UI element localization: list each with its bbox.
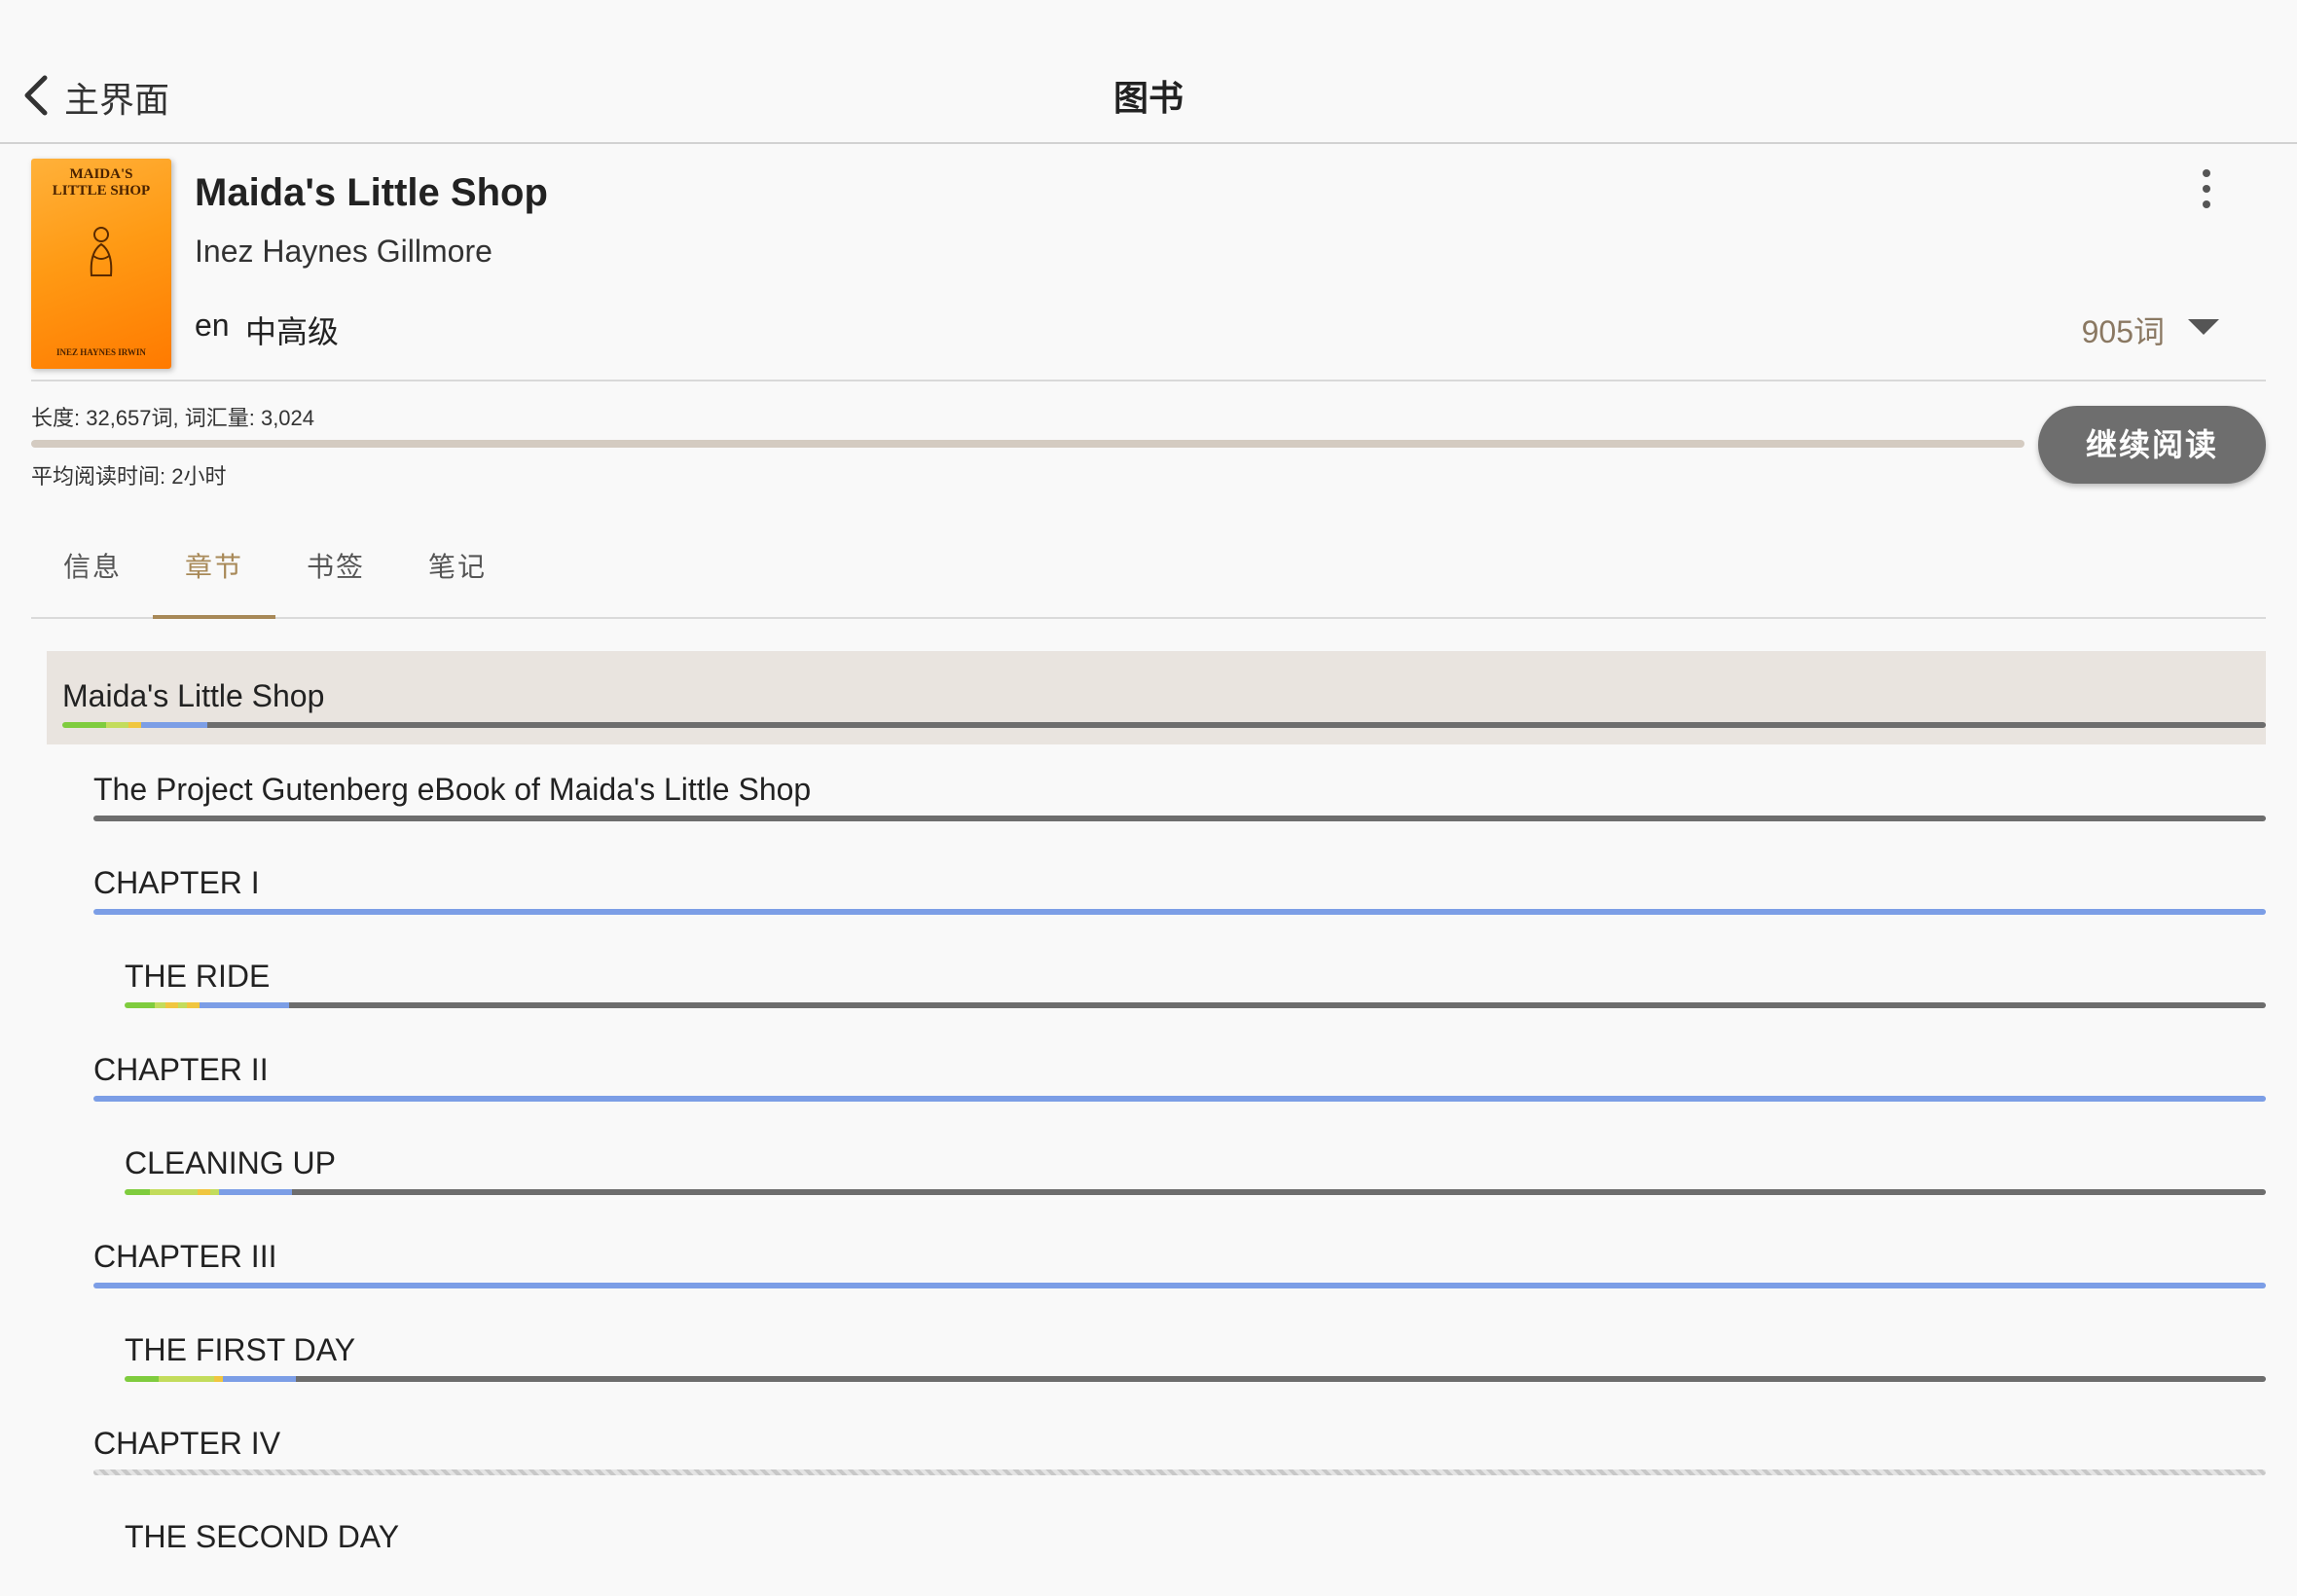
continue-reading-button[interactable]: 继续阅读 — [2038, 406, 2266, 484]
progress-segment-gray — [289, 1002, 2266, 1008]
chapter-item[interactable]: THE RIDE — [125, 931, 2266, 1025]
progress-segment-green — [125, 1189, 151, 1195]
chapter-title: CHAPTER II — [93, 1052, 269, 1087]
progress-segment-lime — [106, 722, 128, 728]
tab-info[interactable]: 信息 — [31, 526, 154, 619]
caret-down-icon[interactable] — [2188, 319, 2219, 335]
chapter-item[interactable]: THE FIRST DAY — [125, 1305, 2266, 1398]
progress-segment-yellow — [128, 722, 142, 728]
chapter-item[interactable]: CHAPTER II — [93, 1025, 2266, 1118]
progress-segment-blue — [141, 722, 208, 728]
progress-segment-hatch — [93, 1469, 2266, 1475]
book-language: en — [195, 308, 230, 343]
progress-segment-blue — [223, 1376, 296, 1382]
chapter-progress-bar — [125, 1002, 2266, 1008]
tab-bar: 信息 章节 书签 笔记 — [31, 526, 2266, 619]
progress-segment-gray — [93, 816, 2266, 821]
progress-segment-gray — [207, 722, 2266, 728]
chapter-progress-bar — [125, 1189, 2266, 1195]
reading-progress-bar — [31, 440, 2024, 448]
chapter-title: The Project Gutenberg eBook of Maida's L… — [93, 772, 812, 807]
book-author: Inez Haynes Gillmore — [195, 234, 492, 269]
cover-author-text: INEZ HAYNES IRWIN — [56, 347, 146, 357]
progress-segment-blue — [218, 1189, 292, 1195]
progress-segment-blue — [93, 1283, 2266, 1288]
chapter-progress-bar — [93, 1283, 2266, 1288]
progress-segment-lime — [150, 1189, 198, 1195]
chapter-item[interactable]: CHAPTER IV — [93, 1398, 2266, 1492]
chapter-title: THE RIDE — [125, 959, 271, 994]
progress-segment-green — [125, 1002, 155, 1008]
chapter-progress-bar — [93, 1096, 2266, 1102]
chapter-title: CHAPTER III — [93, 1239, 277, 1274]
progress-segment-yellow — [214, 1376, 224, 1382]
tab-bookmarks[interactable]: 书签 — [274, 526, 397, 619]
progress-segment-gray — [295, 1376, 2266, 1382]
chapter-item[interactable]: CHAPTER III — [93, 1212, 2266, 1305]
chapter-progress-bar — [93, 909, 2266, 915]
progress-segment-lime — [154, 1002, 165, 1008]
chapter-title: THE SECOND DAY — [125, 1519, 400, 1554]
chapter-progress-bar — [125, 1376, 2266, 1382]
cover-title-text: MAIDA'S LITTLE SHOP — [52, 166, 151, 199]
progress-segment-green — [125, 1376, 160, 1382]
cover-illustration — [90, 227, 113, 276]
progress-segment-lime — [159, 1376, 215, 1382]
chapter-progress-bar — [93, 816, 2266, 821]
progress-segment-blue — [199, 1002, 290, 1008]
progress-segment-blue — [93, 1096, 2266, 1102]
chapter-title: CHAPTER IV — [93, 1426, 281, 1461]
chapter-item[interactable]: CHAPTER I — [93, 838, 2266, 931]
chapter-title: CLEANING UP — [125, 1145, 336, 1180]
top-bar: 主界面 图书 — [0, 0, 2297, 144]
chapter-progress-bar — [62, 722, 2266, 728]
chapter-title: CHAPTER I — [93, 865, 260, 900]
chapter-title: THE FIRST DAY — [125, 1332, 356, 1367]
progress-segment-yellow — [197, 1189, 210, 1195]
chapter-item[interactable]: THE SECOND DAY — [125, 1492, 2266, 1585]
progress-segment-green — [62, 722, 107, 728]
book-cover[interactable]: MAIDA'S LITTLE SHOP INEZ HAYNES IRWIN — [31, 159, 171, 369]
chapter-item[interactable]: The Project Gutenberg eBook of Maida's L… — [93, 744, 2266, 838]
progress-segment-yellow — [186, 1002, 200, 1008]
divider — [31, 380, 2266, 381]
book-title: Maida's Little Shop — [195, 171, 548, 214]
book-level: 中高级 — [245, 314, 340, 349]
more-options-icon[interactable] — [2190, 169, 2223, 218]
progress-segment-gray — [291, 1189, 2266, 1195]
chapter-item[interactable]: Maida's Little Shop — [47, 651, 2266, 744]
reading-time: 平均阅读时间: 2小时 — [31, 464, 227, 489]
tab-chapters[interactable]: 章节 — [153, 526, 275, 619]
chapter-title: Maida's Little Shop — [62, 678, 325, 713]
word-count-selector[interactable]: 905词 — [2063, 308, 2165, 352]
chapter-item[interactable]: CLEANING UP — [125, 1118, 2266, 1212]
progress-segment-yellow — [164, 1002, 178, 1008]
chapter-progress-bar — [93, 1469, 2266, 1475]
page-title: 图书 — [1112, 78, 1184, 118]
progress-segment-blue — [93, 909, 2266, 915]
length-stats: 长度: 32,657词, 词汇量: 3,024 — [31, 406, 315, 430]
progress-segment-lime — [177, 1002, 187, 1008]
tab-notes[interactable]: 笔记 — [396, 526, 519, 619]
progress-segment-lime — [209, 1189, 219, 1195]
